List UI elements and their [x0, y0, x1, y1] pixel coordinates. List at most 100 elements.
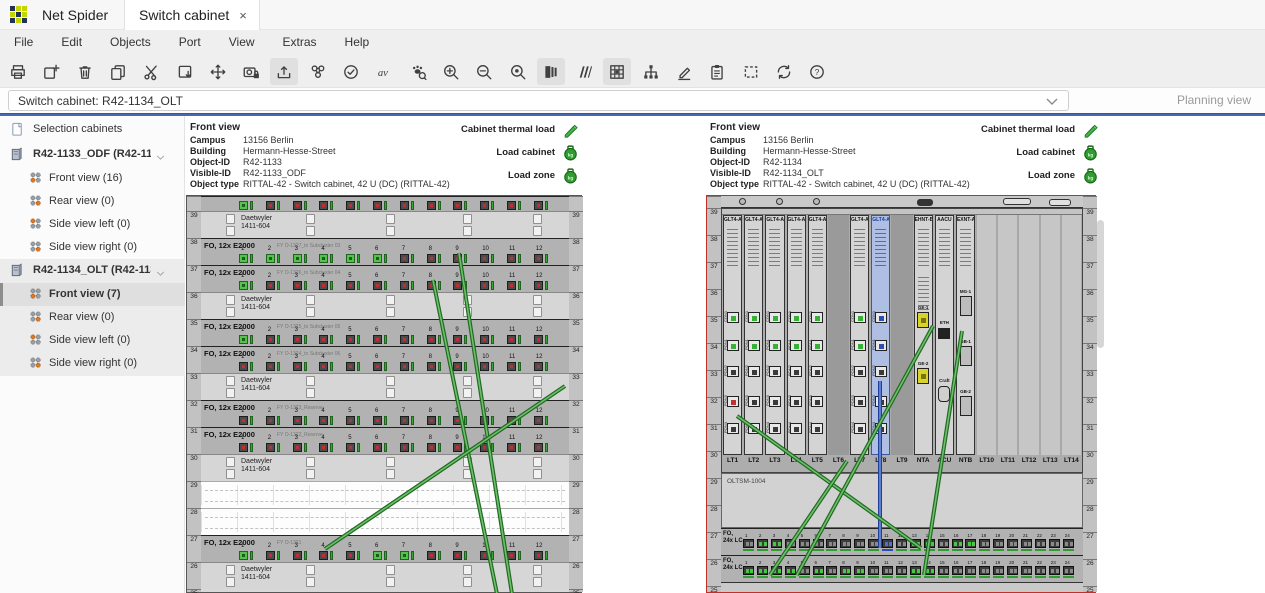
- e2000-connector[interactable]: [346, 201, 355, 210]
- sidebar-view-item-1-0[interactable]: Front view (7): [0, 283, 185, 306]
- card-ehnt-b[interactable]: EHNT-BGE-1GE-2: [914, 215, 933, 455]
- e2000-connector[interactable]: [293, 335, 302, 344]
- menu-port[interactable]: Port: [165, 30, 215, 55]
- fo-port-9[interactable]: 9: [451, 408, 475, 427]
- e2000-connector[interactable]: [266, 443, 275, 452]
- lc-port-22[interactable]: 22: [1035, 560, 1048, 578]
- fo-port-6[interactable]: 6: [371, 408, 395, 427]
- e2000-connector[interactable]: [400, 362, 409, 371]
- fo-port-1[interactable]: 1: [237, 408, 261, 427]
- e2000-connector[interactable]: [480, 443, 489, 452]
- lc-connector[interactable]: [882, 539, 893, 548]
- lc-port-4[interactable]: 4: [785, 560, 798, 578]
- toolbar-cabinet-view-button[interactable]: [537, 58, 565, 85]
- fo-port-1[interactable]: 1: [237, 435, 261, 454]
- sidebar-item-selection-cabinets[interactable]: Selection cabinets: [0, 118, 185, 141]
- e2000-connector[interactable]: [427, 335, 436, 344]
- fo-port-6[interactable]: 6: [371, 435, 395, 454]
- fo-24lc-panel[interactable]: FO, 24x LC123456789101112131415161718192…: [721, 528, 1083, 555]
- e2000-connector[interactable]: [480, 281, 489, 290]
- oltsm-shelf[interactable]: OLTSM-1004: [721, 473, 1083, 528]
- toolbar-components-button[interactable]: [304, 58, 332, 85]
- toolbar-zoom-out-button[interactable]: [470, 58, 498, 85]
- lc-connector[interactable]: [896, 539, 907, 548]
- e2000-connector[interactable]: [319, 362, 328, 371]
- sidebar-cabinet-1[interactable]: R42-1134_OLT (R42-113...: [0, 259, 185, 282]
- lc-connector[interactable]: [868, 566, 879, 575]
- e2000-connector[interactable]: [266, 416, 275, 425]
- lc-port-14[interactable]: 14: [924, 533, 937, 551]
- e2000-connector[interactable]: [346, 443, 355, 452]
- connector-con1[interactable]: [748, 312, 760, 323]
- lc-port-5[interactable]: 5: [799, 533, 812, 551]
- fo-port-12[interactable]: 12: [532, 196, 556, 211]
- lc-connector[interactable]: [896, 566, 907, 575]
- weight-icon[interactable]: kg: [562, 167, 579, 189]
- e2000-connector[interactable]: [400, 443, 409, 452]
- lc-connector[interactable]: [882, 566, 893, 575]
- lc-port-1[interactable]: 1: [743, 533, 756, 551]
- connector-pon2[interactable]: [811, 366, 823, 377]
- e2000-connector[interactable]: [266, 254, 275, 263]
- e2000-connector[interactable]: [534, 201, 543, 210]
- fo-port-10[interactable]: 10: [478, 354, 502, 373]
- e2000-connector[interactable]: [266, 335, 275, 344]
- lc-connector[interactable]: [938, 539, 949, 548]
- lc-port-12[interactable]: 12: [896, 533, 909, 551]
- lc-connector[interactable]: [1007, 539, 1018, 548]
- weight-icon[interactable]: kg: [562, 144, 579, 166]
- lc-port-19[interactable]: 19: [993, 533, 1006, 551]
- fo-port-9[interactable]: 9: [451, 273, 475, 292]
- fo-port-3[interactable]: 3: [291, 327, 315, 346]
- toolbar-refresh-button[interactable]: [770, 58, 798, 85]
- toolbar-topology-view-button[interactable]: [637, 58, 665, 85]
- e2000-connector[interactable]: [266, 362, 275, 371]
- e2000-connector[interactable]: [346, 362, 355, 371]
- sidebar-view-item-1-3[interactable]: Side view right (0): [0, 352, 185, 375]
- lc-port-4[interactable]: 4: [785, 533, 798, 551]
- lc-port-3[interactable]: 3: [771, 560, 784, 578]
- fo-port-7[interactable]: 7: [398, 327, 422, 346]
- e2000-connector[interactable]: [373, 281, 382, 290]
- fo-port-9[interactable]: 9: [451, 246, 475, 265]
- lc-port-2[interactable]: 2: [757, 560, 770, 578]
- e2000-connector[interactable]: [427, 281, 436, 290]
- lc-port-23[interactable]: 23: [1049, 533, 1062, 551]
- connector-pon1[interactable]: [748, 340, 760, 351]
- lc-connector[interactable]: [924, 566, 935, 575]
- lc-port-9[interactable]: 9: [854, 533, 867, 551]
- fo-port-12[interactable]: 12: [532, 273, 556, 292]
- toolbar-cut-button[interactable]: [137, 58, 165, 85]
- fo-port-6[interactable]: 6: [371, 327, 395, 346]
- sidebar-view-item-0-3[interactable]: Side view right (0): [0, 236, 185, 259]
- fo-port-9[interactable]: 9: [451, 327, 475, 346]
- e2000-connector[interactable]: [373, 443, 382, 452]
- connector-pon4[interactable]: [854, 423, 866, 434]
- fo-port-12[interactable]: 12: [532, 246, 556, 265]
- fo-port-3[interactable]: 3: [291, 408, 315, 427]
- lc-connector[interactable]: [979, 539, 990, 548]
- fo-port-10[interactable]: 10: [478, 543, 502, 562]
- fo-port-5[interactable]: 5: [344, 408, 368, 427]
- weight-icon[interactable]: kg: [1082, 167, 1099, 189]
- slot-lt10[interactable]: [976, 215, 997, 455]
- toolbar-zoom-region-button[interactable]: [504, 58, 532, 85]
- fo-port-11[interactable]: 11: [505, 408, 529, 427]
- e2000-connector[interactable]: [480, 362, 489, 371]
- e2000-connector[interactable]: [400, 551, 409, 560]
- e2000-connector[interactable]: [293, 443, 302, 452]
- connector-eth[interactable]: [938, 328, 950, 339]
- menu-help[interactable]: Help: [331, 30, 384, 55]
- connector-con1[interactable]: [727, 312, 739, 323]
- e2000-connector[interactable]: [293, 281, 302, 290]
- e2000-connector[interactable]: [239, 443, 248, 452]
- connector-pon3[interactable]: [854, 396, 866, 407]
- e2000-connector[interactable]: [373, 201, 382, 210]
- lc-port-8[interactable]: 8: [840, 533, 853, 551]
- fo-port-1[interactable]: 1: [237, 327, 261, 346]
- fo-port-6[interactable]: 6: [371, 273, 395, 292]
- connector-ge-1[interactable]: [917, 312, 929, 328]
- slot-lt6[interactable]: [828, 215, 849, 455]
- e2000-connector[interactable]: [453, 416, 462, 425]
- fo-port-7[interactable]: 7: [398, 543, 422, 562]
